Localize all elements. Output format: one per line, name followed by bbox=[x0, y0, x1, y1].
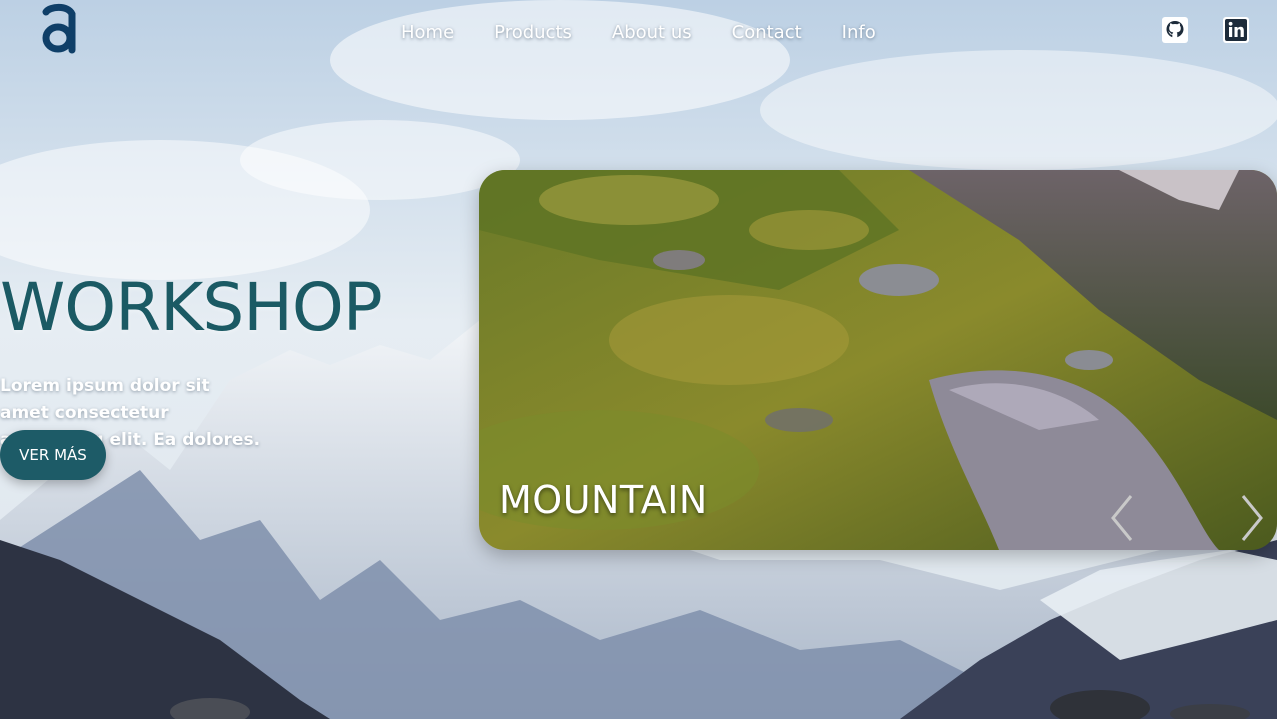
main-nav: Home Products About us Contact Info bbox=[401, 20, 916, 46]
image-slider: MOUNTAIN bbox=[479, 170, 1277, 550]
nav-products[interactable]: Products bbox=[494, 20, 572, 46]
ver-mas-button[interactable]: VER MÁS bbox=[0, 430, 106, 480]
hero-title: WORKSHOP bbox=[0, 269, 383, 346]
nav-info[interactable]: Info bbox=[842, 20, 876, 46]
nav-home[interactable]: Home bbox=[401, 20, 454, 46]
nav-about-us[interactable]: About us bbox=[612, 20, 692, 46]
linkedin-icon[interactable] bbox=[1223, 17, 1249, 43]
slide-caption: MOUNTAIN bbox=[499, 478, 708, 522]
github-icon[interactable] bbox=[1162, 17, 1188, 43]
brand-logo-mark bbox=[42, 3, 76, 54]
chevron-right-icon[interactable] bbox=[1237, 492, 1267, 544]
nav-contact[interactable]: Contact bbox=[732, 20, 802, 46]
brand-logo[interactable]: a bbox=[40, 2, 80, 56]
chevron-left-icon[interactable] bbox=[1107, 492, 1137, 544]
